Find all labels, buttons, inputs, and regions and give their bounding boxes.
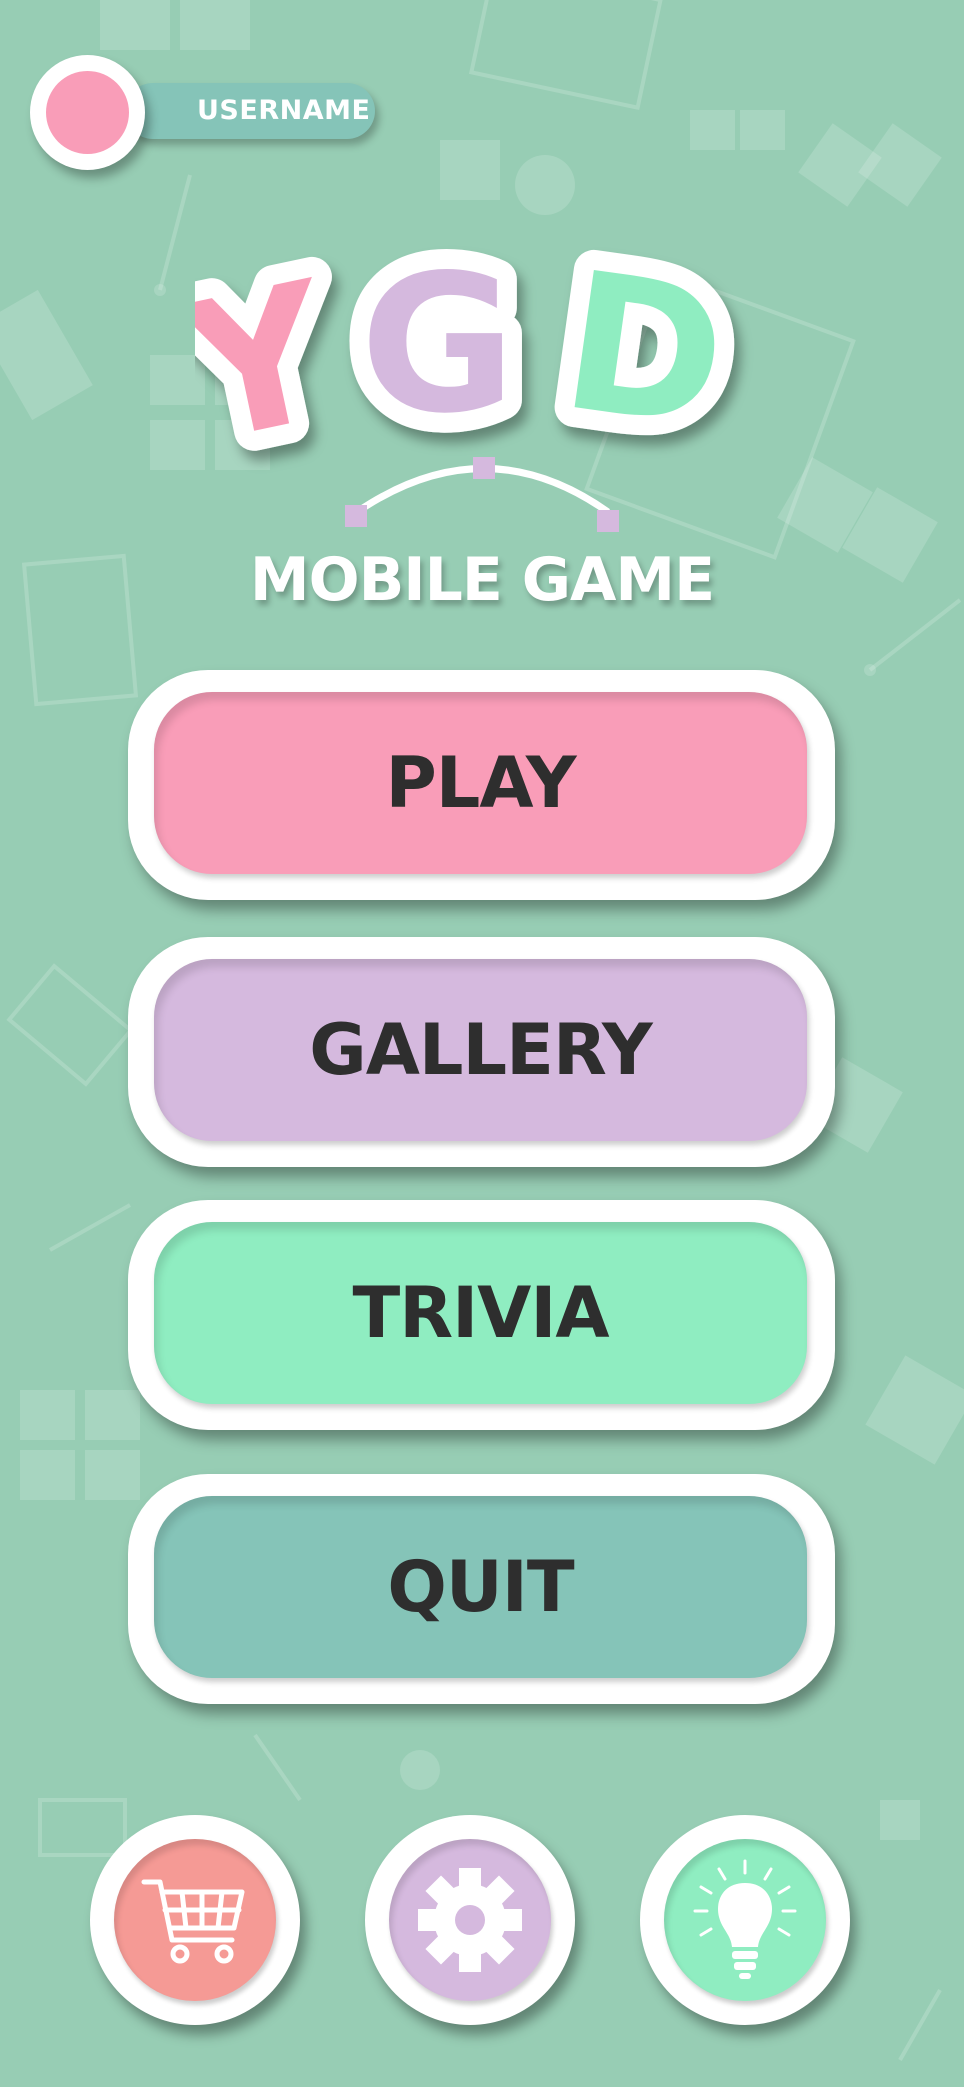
trivia-button[interactable]: TRIVIA — [128, 1200, 835, 1430]
user-profile[interactable]: USERNAME — [30, 55, 390, 170]
hints-button[interactable] — [640, 1815, 850, 2025]
logo-handle-right — [597, 510, 619, 532]
game-logo: Y G D Y G D — [195, 225, 758, 532]
quit-button[interactable]: QUIT — [128, 1474, 835, 1704]
logo-letter-y: Y — [195, 240, 351, 486]
gallery-button[interactable]: GALLERY — [128, 937, 835, 1167]
play-button[interactable]: PLAY — [128, 670, 835, 900]
logo-letter-d: D — [551, 230, 738, 471]
quit-button-face[interactable]: QUIT — [154, 1496, 807, 1678]
gear-icon — [418, 1868, 522, 1972]
play-label: PLAY — [385, 742, 576, 824]
gallery-button-face[interactable]: GALLERY — [154, 959, 807, 1141]
username-bar[interactable]: USERNAME — [125, 83, 375, 139]
hints-button-face[interactable] — [664, 1839, 826, 2001]
gallery-label: GALLERY — [309, 1009, 652, 1091]
settings-button-face[interactable] — [389, 1839, 551, 2001]
username-label: USERNAME — [197, 95, 371, 126]
quit-label: QUIT — [387, 1546, 574, 1628]
shop-button[interactable] — [90, 1815, 300, 2025]
logo-subtitle: MOBILE GAME — [249, 545, 715, 615]
trivia-label: TRIVIA — [352, 1272, 609, 1354]
logo-handle-left — [345, 505, 367, 527]
trivia-button-face[interactable]: TRIVIA — [154, 1222, 807, 1404]
shop-button-face[interactable] — [114, 1839, 276, 2001]
logo-handle-center — [473, 457, 495, 479]
avatar[interactable] — [46, 71, 129, 154]
shopping-cart-icon — [141, 1879, 245, 1964]
lightbulb-icon — [693, 1859, 797, 1979]
settings-button[interactable] — [365, 1815, 575, 2025]
avatar-frame[interactable] — [30, 55, 145, 170]
logo-letter-g: G — [360, 234, 516, 455]
play-button-face[interactable]: PLAY — [154, 692, 807, 874]
